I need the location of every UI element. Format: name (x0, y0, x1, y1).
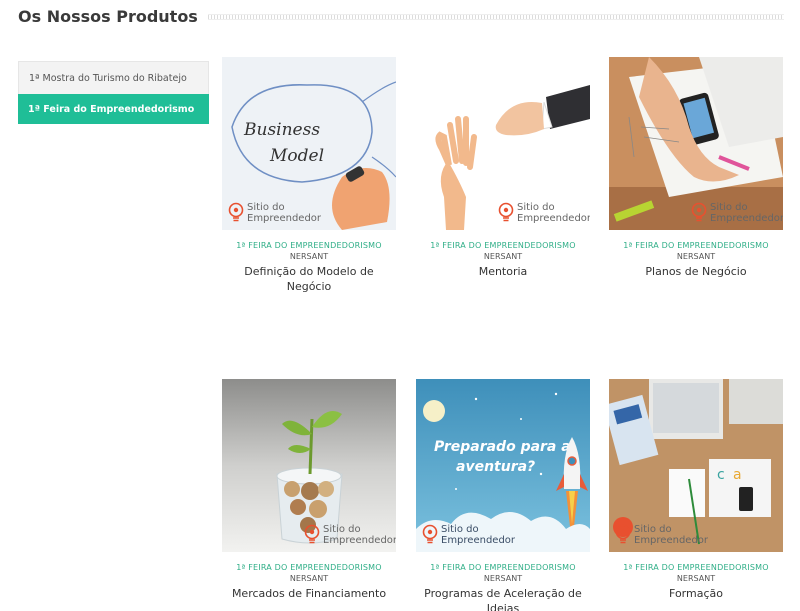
product-card: Business Model Sitio do Empreendedor 1ª F… (222, 57, 396, 294)
logo-line-2: Empreendedor (710, 213, 783, 224)
logo-line-1: Sitio do (441, 524, 479, 535)
product-image-business-model[interactable]: Business Model Sitio do Empreendedor (222, 57, 396, 230)
logo-line-2: Empreendedor (323, 535, 396, 546)
product-category: 1ª Feira do Empreendedorismo (623, 241, 769, 250)
svg-text:a: a (733, 467, 742, 483)
product-category: 1ª Feira do Empreendedorismo (430, 563, 576, 572)
product-name[interactable]: Mercados de Financiamento (222, 586, 396, 601)
image-text-business: Business (243, 120, 320, 140)
sidebar-item-label: 1ª Mostra do Turismo do Ribatejo (29, 72, 187, 84)
logo-line-2: Empreendedor (634, 535, 709, 546)
lightbulb-icon (304, 524, 320, 544)
logo-line-1: Sitio do (634, 524, 672, 535)
logo-line-2: Empreendedor (441, 535, 516, 546)
logo-line-2: Empreendedor (517, 213, 590, 224)
sitio-empreendedor-logo: Sitio do Empreendedor (615, 524, 708, 546)
product-card: c a Sitio do Empreendedor 1ª Feira do Emp… (609, 379, 783, 601)
logo-line-1: Sitio do (710, 202, 748, 213)
product-card: Preparado para a aventura? Sitio do Empre… (416, 379, 590, 611)
product-card: Sitio do Empreendedor 1ª Feira do Empreen… (222, 379, 396, 601)
product-name[interactable]: Programas de Aceleração de Ideias (416, 586, 590, 611)
product-image-mentoria[interactable]: Sitio do Empreendedor (416, 57, 590, 230)
product-image-planos-negocio[interactable]: Sitio do Empreendedor (609, 57, 783, 230)
product-name[interactable]: Mentoria (416, 264, 590, 279)
page-title: Os Nossos Produtos (18, 6, 198, 26)
sitio-empreendedor-logo: Sitio do Empreendedor (422, 524, 515, 546)
product-category: 1ª Feira do Empreendedorismo (236, 241, 382, 250)
product-brand: NERSANT (483, 574, 523, 583)
product-brand: NERSANT (289, 574, 329, 583)
sitio-empreendedor-logo: Sitio do Empreendedor (304, 524, 396, 546)
lightbulb-icon (422, 524, 438, 544)
section-header: Os Nossos Produtos (18, 4, 784, 28)
logo-line-1: Sitio do (517, 202, 555, 213)
category-sidebar: 1ª Mostra do Turismo do Ribatejo 1ª Feir… (18, 61, 209, 124)
sitio-empreendedor-logo: Sitio do Empreendedor (228, 202, 321, 224)
logo-line-2: Empreendedor (247, 213, 322, 224)
product-image-programas-aceleracao[interactable]: Preparado para a aventura? Sitio do Empre… (416, 379, 590, 552)
product-image-formacao[interactable]: c a Sitio do Empreendedor (609, 379, 783, 552)
product-brand: NERSANT (289, 252, 329, 261)
logo-line-1: Sitio do (247, 202, 285, 213)
sidebar-item-mostra-turismo[interactable]: 1ª Mostra do Turismo do Ribatejo (18, 61, 209, 94)
image-text-preparado: Preparado para a (434, 439, 571, 455)
lightbulb-icon (615, 524, 631, 544)
product-brand: NERSANT (483, 252, 523, 261)
product-name[interactable]: Planos de Negócio (609, 264, 783, 279)
image-text-aventura: aventura? (456, 459, 535, 475)
product-name[interactable]: Definição do Modelo de Negócio (222, 264, 396, 294)
title-divider (207, 14, 784, 20)
sidebar-item-label: 1ª Feira do Empreendedorismo (28, 103, 195, 115)
product-card: Sitio do Empreendedor 1ª Feira do Empreen… (416, 57, 590, 279)
lightbulb-icon (691, 202, 707, 222)
product-brand: NERSANT (676, 252, 716, 261)
lightbulb-icon (228, 202, 244, 222)
product-category: 1ª Feira do Empreendedorismo (236, 563, 382, 572)
learn-letter-icon: c (717, 467, 725, 483)
image-text-model: Model (269, 146, 324, 166)
product-brand: NERSANT (676, 574, 716, 583)
sitio-empreendedor-logo: Sitio do Empreendedor (691, 202, 783, 224)
product-image-mercados-financiamento[interactable]: Sitio do Empreendedor (222, 379, 396, 552)
logo-line-1: Sitio do (323, 524, 361, 535)
sidebar-item-feira-empreendedorismo[interactable]: 1ª Feira do Empreendedorismo (18, 94, 209, 124)
product-category: 1ª Feira do Empreendedorismo (623, 563, 769, 572)
lightbulb-icon (498, 202, 514, 222)
product-name[interactable]: Formação (609, 586, 783, 601)
sitio-empreendedor-logo: Sitio do Empreendedor (498, 202, 590, 224)
product-category: 1ª Feira do Empreendedorismo (430, 241, 576, 250)
product-card: Sitio do Empreendedor 1ª Feira do Empreen… (609, 57, 783, 279)
